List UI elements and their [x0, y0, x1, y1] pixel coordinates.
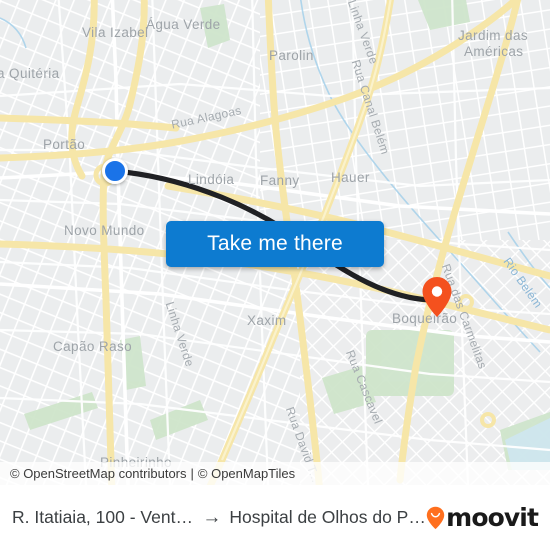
attribution-openmaptiles[interactable]: © OpenMapTiles — [198, 466, 295, 481]
map-attribution: © OpenStreetMap contributors | © OpenMap… — [0, 462, 550, 485]
route-origin-label: R. Itatiaia, 100 - Ventur… — [12, 507, 195, 527]
moovit-wordmark: moovit — [446, 503, 539, 532]
take-me-there-button[interactable]: Take me there — [166, 221, 384, 267]
attribution-osm[interactable]: © OpenStreetMap contributors — [10, 466, 187, 481]
route-summary: R. Itatiaia, 100 - Ventur… → Hospital de… — [12, 507, 426, 528]
route-destination-label: Hospital de Olhos do Par… — [229, 507, 427, 527]
destination-pin-icon[interactable] — [421, 276, 453, 318]
origin-dot-icon[interactable] — [102, 158, 128, 184]
moovit-pin-icon — [426, 506, 445, 530]
attribution-separator: | — [190, 466, 194, 481]
moovit-logo[interactable]: moovit — [426, 503, 539, 532]
arrow-right-icon: → — [202, 507, 222, 528]
route-footer: R. Itatiaia, 100 - Ventur… → Hospital de… — [0, 485, 550, 550]
map-canvas[interactable]: Vila Izabel Água Verde a Quitéria Parolin Ja… — [0, 0, 550, 485]
moovit-route-preview: Vila Izabel Água Verde a Quitéria Parolin Ja… — [0, 0, 550, 550]
